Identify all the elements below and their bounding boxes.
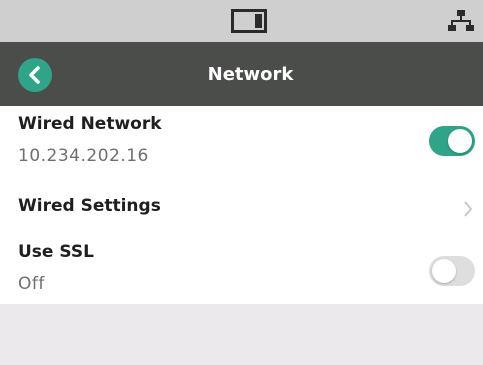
toggle-knob — [448, 129, 472, 153]
use-ssl-title: Use SSL — [18, 242, 94, 262]
header-bar: Network — [0, 42, 483, 106]
wired-network-row: Wired Network 10.234.202.16 — [0, 106, 483, 178]
empty-area — [0, 304, 483, 365]
use-ssl-row: Use SSL Off — [0, 236, 483, 304]
wired-network-title: Wired Network — [18, 114, 162, 134]
chevron-right-icon — [464, 201, 473, 217]
wired-settings-title: Wired Settings — [18, 196, 161, 216]
network-icon — [448, 10, 474, 31]
page-title: Network — [207, 64, 294, 85]
wired-network-ip: 10.234.202.16 — [18, 146, 149, 166]
settings-list: Wired Network 10.234.202.16 Wired Settin… — [0, 106, 483, 304]
screen-icon — [231, 9, 267, 33]
use-ssl-toggle[interactable] — [429, 256, 475, 286]
wired-network-toggle[interactable] — [429, 126, 475, 156]
wired-settings-row[interactable]: Wired Settings — [0, 178, 483, 236]
toggle-knob — [432, 259, 456, 283]
use-ssl-value: Off — [18, 274, 45, 294]
status-bar — [0, 0, 483, 42]
